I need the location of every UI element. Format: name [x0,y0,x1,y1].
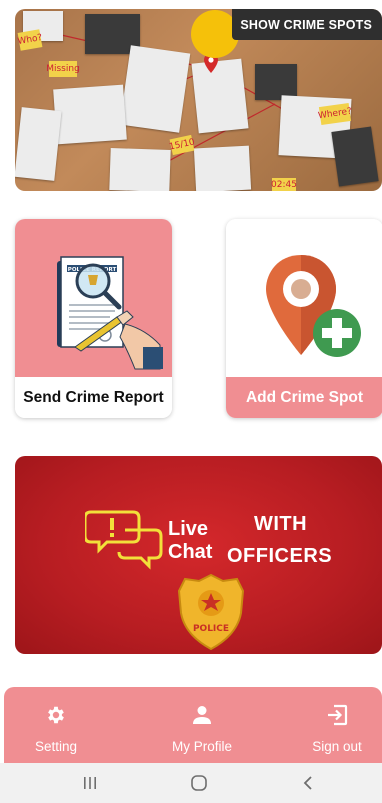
send-crime-report-label: Send Crime Report [15,377,172,418]
live-chat-banner[interactable]: Live Chat WITH OFFICERS POLICE [15,456,382,654]
nav-setting[interactable]: Setting [26,687,86,763]
sign-out-icon [326,704,348,726]
chat-bubbles-icon [85,510,163,570]
person-icon [192,704,212,726]
system-navigation-bar [0,763,382,803]
add-crime-spot-card[interactable]: Add Crime Spot [226,219,382,418]
newspaper-clipping [15,107,62,181]
bottom-navigation: Setting My Profile Sign out [4,687,382,763]
nav-sign-out[interactable]: Sign out [304,687,370,763]
add-crime-spot-label: Add Crime Spot [226,377,382,418]
fingerprint-sheet [53,84,127,145]
badge-text: POLICE [193,624,229,634]
send-crime-report-card[interactable]: POLICE REPORT Send Crime Report [15,219,172,418]
officers-text: OFFICERS [227,545,333,567]
evidence-photo [109,147,171,191]
sticky-note: 02:45 [271,178,297,191]
sticky-note: Who? [17,29,43,51]
nav-profile-label: My Profile [171,739,232,754]
evidence-photo [193,145,252,191]
add-location-illustration [226,219,382,377]
show-crime-spots-button[interactable]: SHOW CRIME SPOTS [232,9,382,40]
smartphone [331,126,379,187]
sticky-note: Missing [46,61,80,77]
city-map [119,45,191,133]
city-map [191,58,249,134]
home-icon[interactable] [187,773,211,793]
nav-signout-label: Sign out [312,739,362,754]
nav-setting-label: Setting [34,739,78,754]
gear-icon [45,704,67,726]
with-text: WITH [254,513,308,535]
police-badge-icon: POLICE [177,573,245,651]
back-icon[interactable] [296,773,320,793]
live-chat-title: Live Chat [168,518,213,563]
police-report-illustration: POLICE REPORT [15,219,172,377]
crime-board-banner: Who? Missing 15/10 Where? 02:45 SHOW CRI… [15,9,382,191]
nav-my-profile[interactable]: My Profile [162,687,242,763]
recent-apps-icon[interactable] [78,773,102,793]
evidence-photo [255,64,297,100]
